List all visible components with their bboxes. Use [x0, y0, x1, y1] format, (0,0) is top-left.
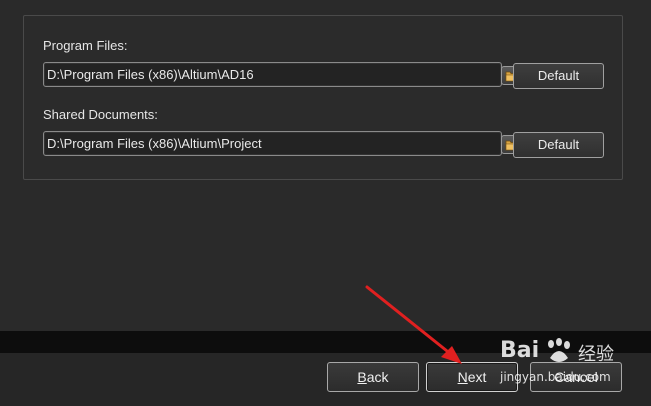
program-files-label: Program Files: [43, 38, 128, 53]
footer-divider [0, 331, 651, 353]
back-button[interactable]: Back [327, 362, 419, 392]
next-label-rest: ext [467, 369, 487, 385]
shared-documents-path-value: D:\Program Files (x86)\Altium\Project [47, 136, 262, 151]
next-button[interactable]: Next [426, 362, 518, 392]
back-mnemonic: B [357, 369, 367, 385]
shared-documents-path-field[interactable]: D:\Program Files (x86)\Altium\Project [43, 131, 522, 156]
program-files-default-button[interactable]: Default [513, 63, 604, 89]
program-files-path-value: D:\Program Files (x86)\Altium\AD16 [47, 67, 254, 82]
next-mnemonic: N [457, 369, 468, 385]
cancel-button[interactable]: Cancel [530, 362, 622, 392]
shared-documents-label: Shared Documents: [43, 107, 158, 122]
installer-dialog: Program Files: D:\Program Files (x86)\Al… [0, 0, 651, 406]
shared-documents-default-button[interactable]: Default [513, 132, 604, 158]
program-files-path-field[interactable]: D:\Program Files (x86)\Altium\AD16 [43, 62, 522, 87]
back-label-rest: ack [366, 369, 389, 385]
install-location-panel: Program Files: D:\Program Files (x86)\Al… [23, 15, 623, 180]
